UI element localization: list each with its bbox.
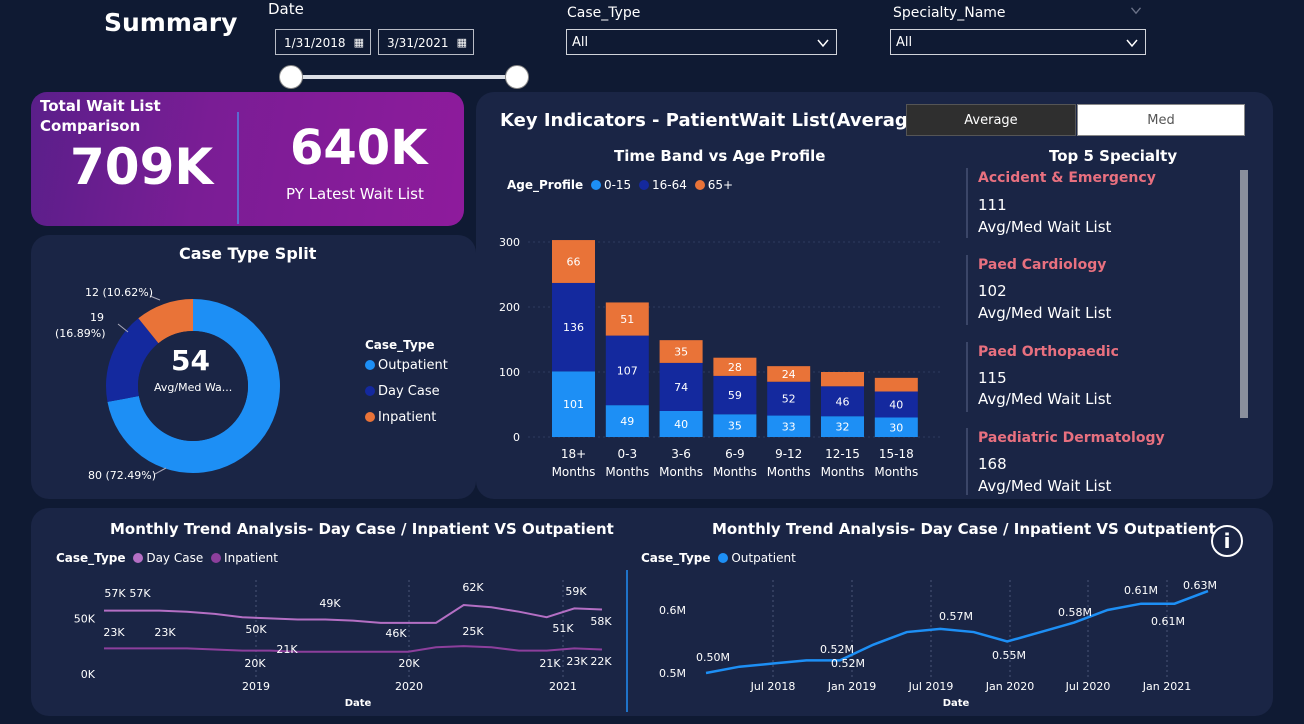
inpatient-data-label: 12 (10.62%) — [85, 286, 154, 299]
legend-label: 0-15 — [603, 178, 632, 192]
specialty-value-label: Avg/Med Wait List — [978, 477, 1112, 495]
specialty-selected: All — [896, 35, 913, 50]
average-toggle-button[interactable]: Average — [906, 104, 1076, 136]
page-title: Summary — [104, 8, 238, 37]
trend-left-title: Monthly Trend Analysis- Day Case / Inpat… — [110, 520, 614, 538]
donut-center-value: 54 — [171, 344, 210, 377]
time-band-legend: Age_Profile 0-15 16-64 65+ — [507, 178, 733, 192]
spec-accent-bar — [966, 255, 968, 325]
date-end-value: 3/31/2021 — [387, 36, 449, 50]
spec-accent-bar — [966, 428, 968, 495]
specialty-value: 115 — [978, 369, 1007, 387]
legend-label-daycase: Day Case — [378, 384, 440, 399]
kpi-py-label: PY Latest Wait List — [286, 185, 424, 203]
date-slider-track[interactable] — [291, 75, 517, 79]
legend-label-inpatient: Inpatient — [378, 410, 437, 425]
legend-item-outpatient[interactable]: Outpatient — [714, 551, 796, 565]
specialty-value: 111 — [978, 196, 1007, 214]
average-toggle-label: Average — [964, 113, 1018, 128]
kpi-divider — [237, 112, 239, 224]
date-slider-start-handle[interactable] — [279, 65, 303, 89]
donut-center-label: Avg/Med Wa... — [154, 381, 233, 394]
specialty-value: 168 — [978, 455, 1007, 473]
trend-right-legend: Case_Type Outpatient — [641, 551, 796, 565]
daycase-data-label-line1: 19 — [90, 311, 104, 324]
legend-dot — [365, 360, 375, 370]
legend-label: Day Case — [146, 551, 204, 565]
calendar-icon[interactable]: ▦ — [354, 30, 364, 56]
chevron-down-icon[interactable] — [1130, 6, 1142, 15]
median-toggle-button[interactable]: Med — [1077, 104, 1245, 136]
date-end-input[interactable]: 3/31/2021 ▦ — [378, 29, 474, 55]
legend-dot — [133, 553, 144, 563]
legend-inpatient[interactable]: Inpatient — [365, 410, 436, 425]
specialty-value-label: Avg/Med Wait List — [978, 218, 1112, 236]
trend-divider — [626, 570, 628, 712]
date-start-input[interactable]: 1/31/2018 ▦ — [275, 29, 371, 55]
kpi-title-line1: Total Wait List — [40, 97, 161, 115]
legend-item-daycase[interactable]: Day Case — [129, 551, 203, 565]
case-type-filter-label: Case_Type — [567, 5, 641, 21]
legend-dot — [365, 386, 375, 396]
calendar-icon[interactable]: ▦ — [457, 30, 467, 56]
legend-dot — [694, 180, 705, 190]
kpi-py-value: 640K — [290, 120, 428, 176]
kpi-title-line2: Comparison — [40, 117, 141, 135]
specialty-name[interactable]: Paed Orthopaedic — [978, 344, 1119, 360]
legend-outpatient[interactable]: Outpatient — [365, 358, 448, 373]
specialty-filter-label: Specialty_Name — [893, 5, 1006, 21]
time-band-title: Time Band vs Age Profile — [614, 147, 826, 165]
spec-accent-bar — [966, 342, 968, 412]
legend-dot — [639, 180, 650, 190]
spec-accent-bar — [966, 168, 968, 238]
legend-item-inpatient[interactable]: Inpatient — [207, 551, 278, 565]
kpi-current-value: 709K — [70, 138, 214, 196]
top5-scrollbar[interactable] — [1240, 170, 1248, 418]
case-type-dropdown[interactable]: All — [566, 29, 837, 55]
legend-daycase[interactable]: Day Case — [365, 384, 440, 399]
case-split-legend-title: Case_Type — [365, 338, 435, 352]
daycase-data-label-line2: (16.89%) — [55, 327, 106, 340]
median-toggle-label: Med — [1147, 113, 1175, 128]
date-filter-label: Date — [268, 0, 304, 18]
monthly-trend-panel — [31, 508, 1273, 716]
time-band-legend-title: Age_Profile — [507, 178, 584, 192]
specialty-name[interactable]: Paed Cardiology — [978, 257, 1106, 273]
specialty-value: 102 — [978, 282, 1007, 300]
legend-label: Outpatient — [731, 551, 796, 565]
specialty-name[interactable]: Paediatric Dermatology — [978, 430, 1165, 446]
specialty-value-label: Avg/Med Wait List — [978, 304, 1112, 322]
legend-dot — [365, 412, 375, 422]
legend-item-0-15[interactable]: 0-15 — [587, 178, 631, 192]
trend-left-legend: Case_Type Day Case Inpatient — [56, 551, 278, 565]
date-start-value: 1/31/2018 — [284, 36, 346, 50]
info-icon[interactable]: i — [1211, 525, 1243, 557]
legend-label-outpatient: Outpatient — [378, 358, 448, 373]
chevron-down-icon — [817, 39, 829, 48]
case-split-title: Case Type Split — [179, 244, 317, 263]
top5-title: Top 5 Specialty — [1049, 147, 1178, 165]
legend-item-16-64[interactable]: 16-64 — [635, 178, 687, 192]
info-icon-glyph: i — [1223, 529, 1231, 553]
specialty-name[interactable]: Accident & Emergency — [978, 170, 1156, 186]
trend-right-title: Monthly Trend Analysis- Day Case / Inpat… — [712, 520, 1216, 538]
legend-label: 65+ — [707, 178, 734, 192]
legend-dot — [718, 553, 729, 563]
key-indicators-title: Key Indicators - PatientWait List(Averag… — [500, 110, 929, 131]
date-slider-end-handle[interactable] — [505, 65, 529, 89]
legend-item-65plus[interactable]: 65+ — [691, 178, 733, 192]
legend-label: Inpatient — [224, 551, 278, 565]
trend-right-legend-title: Case_Type — [641, 551, 711, 565]
legend-label: 16-64 — [652, 178, 687, 192]
outpatient-data-label: 80 (72.49%) — [88, 469, 157, 482]
chevron-down-icon — [1126, 39, 1138, 48]
specialty-dropdown[interactable]: All — [890, 29, 1146, 55]
legend-dot — [211, 553, 222, 563]
legend-dot — [590, 180, 601, 190]
trend-left-legend-title: Case_Type — [56, 551, 126, 565]
specialty-value-label: Avg/Med Wait List — [978, 390, 1112, 408]
case-type-selected: All — [572, 35, 589, 50]
